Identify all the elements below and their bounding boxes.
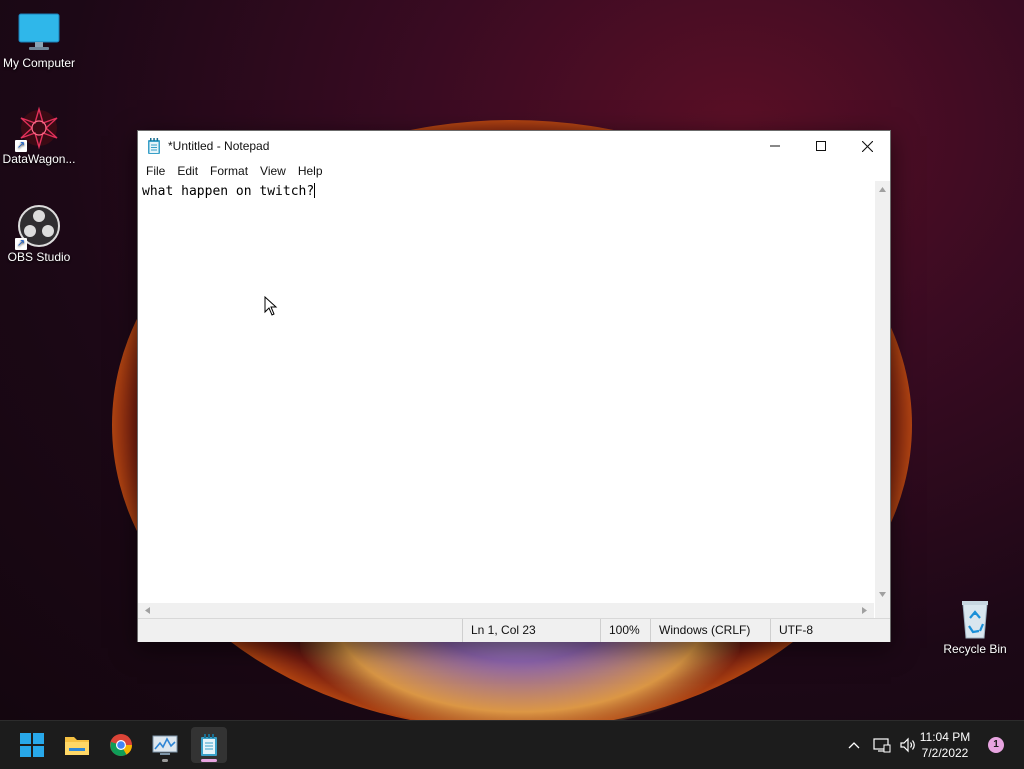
status-line-ending: Windows (CRLF) xyxy=(650,619,770,642)
network-icon xyxy=(873,738,891,753)
close-button[interactable] xyxy=(844,131,890,161)
task-manager-icon xyxy=(152,735,178,755)
scroll-right-icon xyxy=(862,607,867,614)
taskbar: 11:04 PM 7/2/2022 1 xyxy=(0,720,1024,769)
text-caret xyxy=(314,183,316,198)
scroll-left-icon xyxy=(145,607,150,614)
desktop-icon-recycle-bin[interactable]: Recycle Bin xyxy=(936,596,1014,656)
menu-format[interactable]: Format xyxy=(204,161,254,181)
taskbar-notepad[interactable] xyxy=(191,727,227,763)
show-hidden-icons-button[interactable] xyxy=(842,721,866,769)
status-position: Ln 1, Col 23 xyxy=(462,619,600,642)
window-title: *Untitled - Notepad xyxy=(168,139,270,153)
start-icon xyxy=(20,733,44,757)
network-button[interactable] xyxy=(870,721,894,769)
minimize-icon xyxy=(770,145,780,147)
desktop-icon-my-computer[interactable]: My Computer xyxy=(0,10,78,70)
running-indicator xyxy=(162,759,168,762)
desktop-icon-obs-studio[interactable]: ↗ OBS Studio xyxy=(0,204,78,264)
notepad-icon xyxy=(201,734,217,756)
notepad-icon xyxy=(147,138,161,154)
datawagon-icon: ↗ xyxy=(15,106,61,152)
taskbar-file-explorer[interactable] xyxy=(59,727,95,763)
status-spacer xyxy=(138,619,462,642)
recycle-bin-icon xyxy=(953,596,997,640)
minimize-button[interactable] xyxy=(752,131,798,161)
editor-text: what happen on twitch? xyxy=(142,184,315,199)
obs-icon: ↗ xyxy=(15,204,61,250)
notification-badge[interactable]: 1 xyxy=(988,737,1004,753)
status-encoding: UTF-8 xyxy=(770,619,888,642)
chrome-icon xyxy=(110,734,132,756)
title-bar[interactable]: *Untitled - Notepad xyxy=(138,131,890,161)
desktop-icon-datawagon[interactable]: ↗ DataWagon... xyxy=(0,106,78,166)
desktop-icon-label: Recycle Bin xyxy=(943,642,1007,656)
desktop-icon-label: OBS Studio xyxy=(7,250,71,264)
menu-help[interactable]: Help xyxy=(292,161,329,181)
maximize-button[interactable] xyxy=(798,131,844,161)
active-indicator xyxy=(201,759,217,762)
desktop-icon-label: DataWagon... xyxy=(2,152,76,166)
clock-time: 11:04 PM xyxy=(919,730,971,744)
scroll-up-icon xyxy=(879,187,886,192)
shortcut-arrow-icon: ↗ xyxy=(15,238,27,250)
menu-bar: File Edit Format View Help xyxy=(138,161,890,181)
taskbar-task-manager[interactable] xyxy=(147,727,183,763)
scroll-down-icon xyxy=(879,592,886,597)
close-icon xyxy=(861,140,873,152)
menu-view[interactable]: View xyxy=(254,161,292,181)
mouse-cursor-icon xyxy=(264,296,278,316)
clock-date: 7/2/2022 xyxy=(921,746,969,760)
start-button[interactable] xyxy=(14,727,50,763)
maximize-icon xyxy=(816,141,826,151)
taskbar-chrome[interactable] xyxy=(103,727,139,763)
status-zoom: 100% xyxy=(600,619,650,642)
file-explorer-icon xyxy=(65,737,89,755)
monitor-icon xyxy=(17,10,61,54)
chevron-up-icon xyxy=(848,742,860,749)
text-editor[interactable]: what happen on twitch? xyxy=(138,181,874,603)
shortcut-arrow-icon: ↗ xyxy=(15,140,27,152)
vertical-scrollbar[interactable] xyxy=(875,181,890,603)
scrollbar-corner xyxy=(875,603,890,618)
notepad-window: *Untitled - Notepad File Edit Format Vie… xyxy=(137,130,891,642)
status-bar: Ln 1, Col 23 100% Windows (CRLF) UTF-8 xyxy=(138,618,890,642)
menu-edit[interactable]: Edit xyxy=(171,161,204,181)
horizontal-scrollbar[interactable] xyxy=(138,603,874,618)
desktop-icon-label: My Computer xyxy=(2,56,76,70)
menu-file[interactable]: File xyxy=(140,161,171,181)
taskbar-clock[interactable]: 11:04 PM 7/2/2022 xyxy=(910,729,980,761)
